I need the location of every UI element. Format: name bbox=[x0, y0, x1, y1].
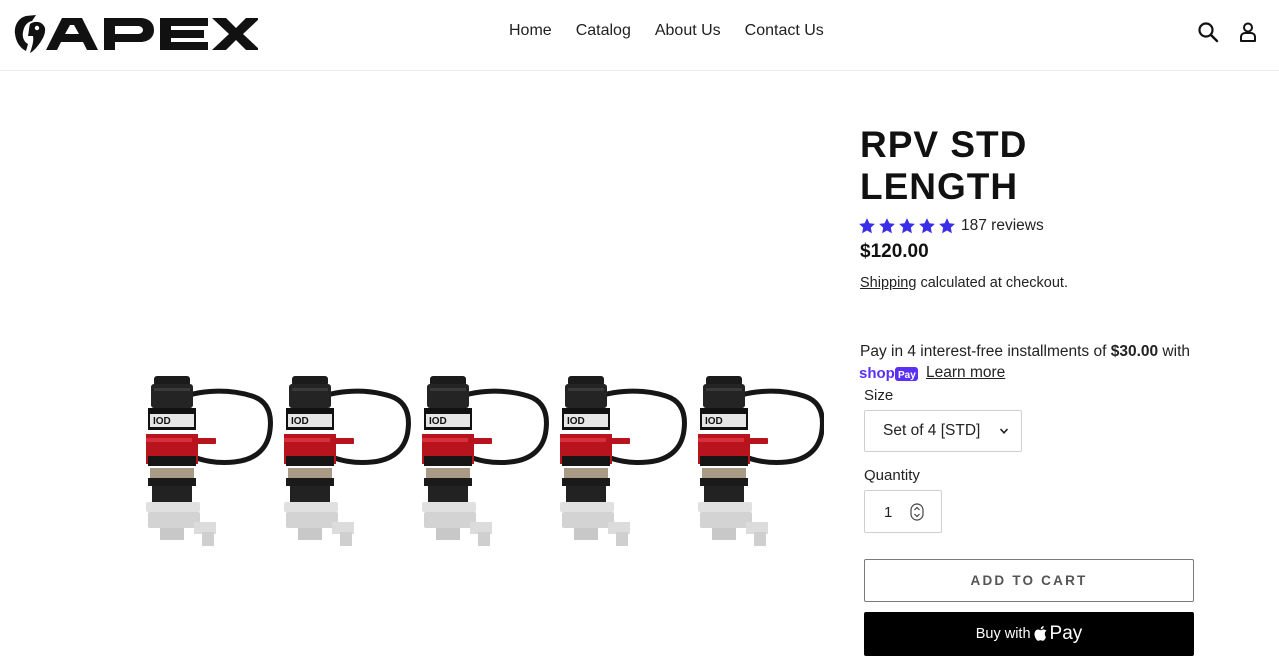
product-price: $120.00 bbox=[860, 241, 929, 262]
shoppay-logo: shop Pay bbox=[859, 365, 918, 382]
quantity-input[interactable]: 1 bbox=[864, 490, 942, 533]
account-icon[interactable] bbox=[1236, 20, 1260, 44]
quantity-label: Quantity bbox=[864, 467, 920, 484]
apex-logo[interactable] bbox=[12, 10, 258, 56]
size-selected-value: Set of 4 [STD] bbox=[883, 422, 981, 439]
size-label: Size bbox=[864, 387, 894, 404]
star-icon bbox=[919, 218, 935, 234]
nav-home[interactable]: Home bbox=[509, 22, 552, 40]
site-header: Home Catalog About Us Contact Us bbox=[0, 0, 1279, 71]
nav-about-us[interactable]: About Us bbox=[655, 22, 721, 40]
installments-suffix: with bbox=[1158, 343, 1190, 360]
svg-text:shop: shop bbox=[859, 365, 895, 382]
star-icon bbox=[939, 218, 955, 234]
quantity-value: 1 bbox=[884, 504, 893, 521]
product-title-line-2: LENGTH bbox=[860, 166, 1019, 207]
product-image[interactable]: IOD bbox=[124, 368, 824, 564]
buy-with-apple-pay-button[interactable]: Buy with Pay bbox=[864, 612, 1194, 656]
apple-icon bbox=[1034, 625, 1046, 641]
search-icon[interactable] bbox=[1196, 20, 1220, 44]
star-icon bbox=[899, 218, 915, 234]
pay-word: Pay bbox=[1049, 623, 1083, 644]
chevron-down-icon bbox=[999, 428, 1009, 434]
installments-prefix: Pay in 4 interest-free installments of bbox=[860, 343, 1111, 360]
star-icon bbox=[859, 218, 875, 234]
main-nav: Home Catalog About Us Contact Us bbox=[509, 22, 848, 40]
installments-text: Pay in 4 interest-free installments of $… bbox=[860, 343, 1190, 361]
add-to-cart-button[interactable]: ADD TO CART bbox=[864, 559, 1194, 602]
size-select[interactable]: Set of 4 [STD] bbox=[864, 410, 1022, 452]
shipping-link[interactable]: Shipping bbox=[860, 275, 916, 291]
product-title-line-1: RPV STD bbox=[860, 124, 1028, 165]
product-title: RPV STD LENGTH bbox=[860, 124, 1027, 208]
shipping-note: Shipping calculated at checkout. bbox=[860, 275, 1068, 291]
shoppay-row: shop Pay Learn more bbox=[859, 364, 1005, 382]
stepper-icon[interactable] bbox=[909, 503, 925, 521]
star-rating bbox=[858, 217, 956, 235]
review-count: 187 reviews bbox=[961, 217, 1044, 234]
nav-contact-us[interactable]: Contact Us bbox=[745, 22, 824, 40]
svg-text:Pay: Pay bbox=[898, 370, 916, 381]
installment-amount: $30.00 bbox=[1110, 343, 1159, 360]
star-icon bbox=[879, 218, 895, 234]
nav-catalog[interactable]: Catalog bbox=[576, 22, 631, 40]
learn-more-link[interactable]: Learn more bbox=[926, 364, 1005, 382]
buy-with-label: Buy with bbox=[975, 626, 1031, 642]
shipping-text: calculated at checkout. bbox=[916, 275, 1068, 291]
product-rating[interactable]: 187 reviews bbox=[858, 217, 1044, 235]
